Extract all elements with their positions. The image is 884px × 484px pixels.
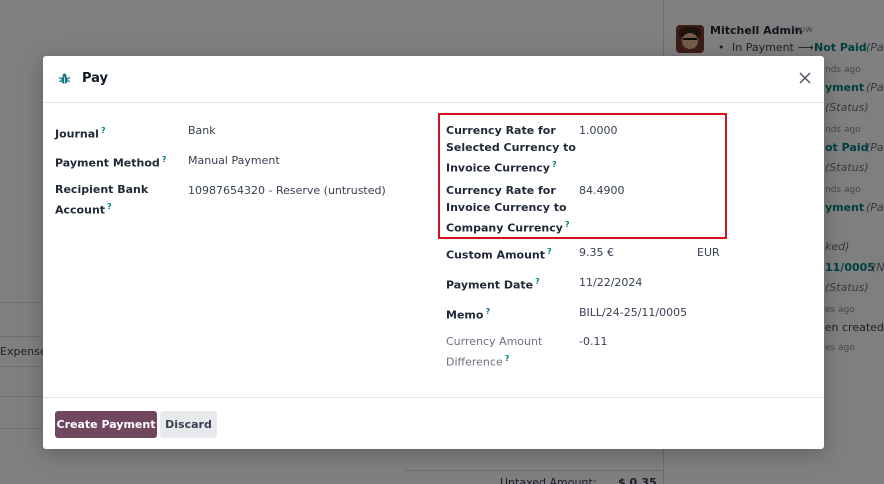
memo-label: Memo? — [446, 307, 491, 322]
bug-icon — [58, 73, 71, 84]
difference-value: -0.11 — [579, 335, 608, 348]
memo-field[interactable]: BILL/24-25/11/0005 — [579, 304, 687, 321]
payment-method-field[interactable]: Manual Payment — [188, 152, 280, 169]
rate-selected-field[interactable]: 1.0000 — [579, 122, 618, 139]
payment-date-label: Payment Date? — [446, 277, 540, 292]
rate-selected-label: Currency Rate for Selected Currency to Inv… — [446, 124, 576, 175]
close-icon[interactable] — [798, 71, 812, 85]
help-icon[interactable]: ? — [552, 160, 557, 169]
help-icon[interactable]: ? — [101, 126, 106, 135]
difference-label: Currency Amount Difference? — [446, 335, 543, 369]
help-icon[interactable]: ? — [485, 307, 490, 316]
dialog-header: Pay — [43, 56, 824, 103]
pay-dialog: Pay Journal? Bank Payment Method? Manual… — [43, 56, 824, 449]
journal-field[interactable]: Bank — [188, 122, 216, 139]
help-icon[interactable]: ? — [505, 354, 510, 363]
payment-date-field[interactable]: 11/22/2024 — [579, 274, 642, 291]
journal-label: Journal? — [55, 126, 106, 141]
help-icon[interactable]: ? — [565, 220, 570, 229]
help-icon[interactable]: ? — [535, 277, 540, 286]
help-icon[interactable]: ? — [162, 155, 167, 164]
custom-amount-field[interactable]: 9.35 € — [579, 244, 614, 261]
help-icon[interactable]: ? — [107, 202, 112, 211]
dialog-footer: Create Payment Discard — [43, 397, 824, 449]
rate-company-label: Currency Rate for Invoice Currency to Comp… — [446, 184, 570, 235]
recipient-bank-field[interactable]: 10987654320 - Reserve (untrusted) — [188, 182, 386, 199]
custom-amount-label: Custom Amount? — [446, 247, 552, 262]
payment-method-label: Payment Method? — [55, 155, 167, 170]
discard-button[interactable]: Discard — [160, 411, 217, 438]
recipient-bank-label: Recipient Bank Account? — [55, 183, 149, 217]
create-payment-button[interactable]: Create Payment — [55, 411, 157, 438]
dialog-title: Pay — [82, 71, 109, 86]
help-icon[interactable]: ? — [547, 247, 552, 256]
rate-company-field[interactable]: 84.4900 — [579, 182, 625, 199]
currency-select[interactable]: EUR — [697, 244, 720, 261]
